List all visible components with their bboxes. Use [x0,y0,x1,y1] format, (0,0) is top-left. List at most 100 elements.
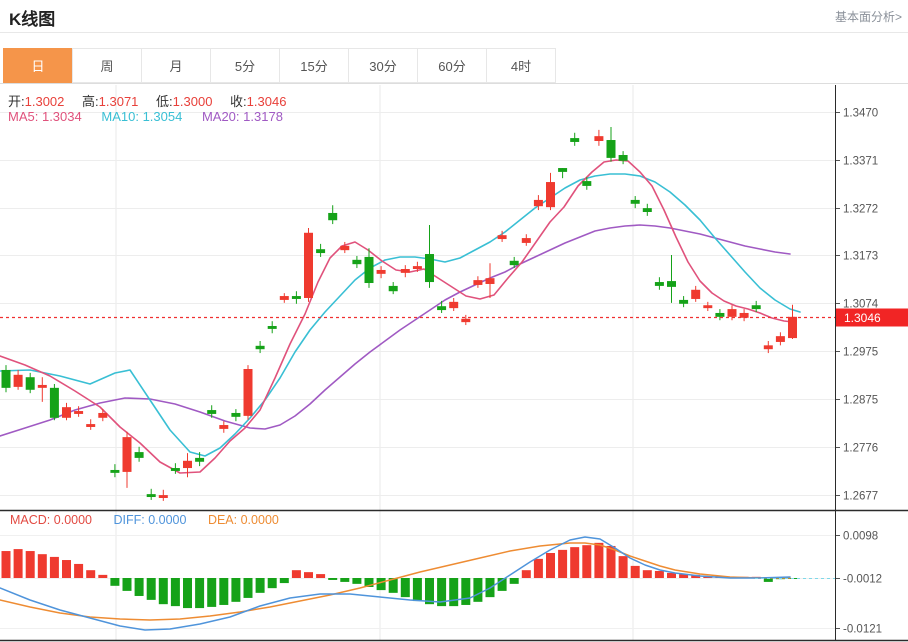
candle [219,421,228,433]
macd-bar [401,578,410,597]
macd-bar [2,551,11,578]
macd-label: MACD: [10,513,50,527]
candle [631,196,640,208]
macd-bar [123,578,132,591]
macd-bar [26,551,35,578]
candle [159,490,168,501]
macd-bar [546,553,555,578]
macd-bar [110,578,119,586]
macd-bar [413,578,422,601]
vertical-gridlines [116,85,633,640]
macd-bar [582,545,591,578]
ma10-value: 1.3054 [143,109,183,124]
candle [522,234,531,246]
last-price-badge: 1.3046 [836,309,908,327]
macd-bar [231,578,240,602]
candle [473,276,482,288]
macd-bar [183,578,192,608]
high-label: 高: [82,94,99,109]
candle [594,130,603,146]
macd-bar [643,570,652,578]
candle [123,432,132,488]
svg-text:0.0098: 0.0098 [843,531,878,543]
dea-label: DEA: [208,513,237,527]
svg-text:1.3046: 1.3046 [844,311,881,325]
open-label: 开: [8,94,25,109]
macd-bar [558,550,567,578]
svg-text:1.3470: 1.3470 [843,108,878,120]
chart-frame [0,85,908,641]
candle [570,133,579,146]
candle [2,365,11,392]
macd-bar [256,578,265,593]
macd-bar [268,578,277,588]
diff-label: DIFF: [113,513,144,527]
candle [280,293,289,303]
svg-text:1.2975: 1.2975 [843,347,878,359]
ma20-value: 1.3178 [243,109,283,124]
svg-text:1.2677: 1.2677 [843,491,878,503]
svg-text:-0.0121: -0.0121 [843,624,882,636]
svg-text:-0.0012: -0.0012 [843,574,882,586]
ma10-label: MA10: [101,109,139,124]
macd-bar [50,557,59,578]
candle [607,127,616,162]
ma5-value: 1.3034 [42,109,82,124]
macd-value: 0.0000 [54,513,92,527]
macd-bar [328,578,337,580]
candle [449,298,458,311]
candle [86,419,95,430]
ma5-label: MA5: [8,109,38,124]
candle [401,265,410,277]
macd-bar [461,578,470,605]
macd-bar [135,578,144,596]
close-label: 收: [230,94,247,109]
macd-bar [244,578,253,598]
candle [655,277,664,290]
macd-bar [655,571,664,578]
candle [486,263,495,298]
macd-bar [171,578,180,606]
macd-bar [74,564,83,578]
candle [667,255,676,303]
macd-legend: MACD: 0.0000 DIFF: 0.0000 DEA: 0.0000 [10,513,297,527]
ma5-line [0,160,793,473]
candle [389,282,398,294]
candle [98,409,107,421]
macd-bar [86,570,95,578]
candle [437,301,446,313]
candle [135,447,144,462]
diff-value: 0.0000 [148,513,186,527]
ma10-line [0,174,800,456]
close-value: 1.3046 [247,94,287,109]
macd-bar [352,578,361,584]
svg-text:1.3173: 1.3173 [843,251,878,263]
open-value: 1.3002 [25,94,65,109]
macd-bar [594,543,603,578]
candles [2,127,798,501]
candle [643,204,652,216]
candle [679,296,688,307]
candle [183,453,192,477]
macd-bar [510,578,519,584]
price-axis-labels: 1.34701.33711.32721.31731.30741.29751.28… [835,108,879,503]
candle [715,309,724,320]
candle [244,365,253,420]
macd-bar [219,578,228,605]
macd-bar [570,547,579,578]
candle [147,489,156,500]
macd-bar [62,560,71,578]
candle [50,384,59,420]
candle [62,403,71,420]
candle [546,173,555,210]
macd-bar [316,574,325,578]
macd-axis-labels: 0.0098 -0.0012 -0.0121 [835,531,882,636]
ma-legend: MA5: 1.3034 MA10: 1.3054 MA20: 1.3178 [8,109,299,124]
candle [691,286,700,302]
candle [268,321,277,333]
low-label: 低: [156,94,173,109]
macd-bar [304,572,313,578]
macd-bar [207,578,216,607]
svg-text:1.2776: 1.2776 [843,443,878,455]
candle [558,168,567,178]
